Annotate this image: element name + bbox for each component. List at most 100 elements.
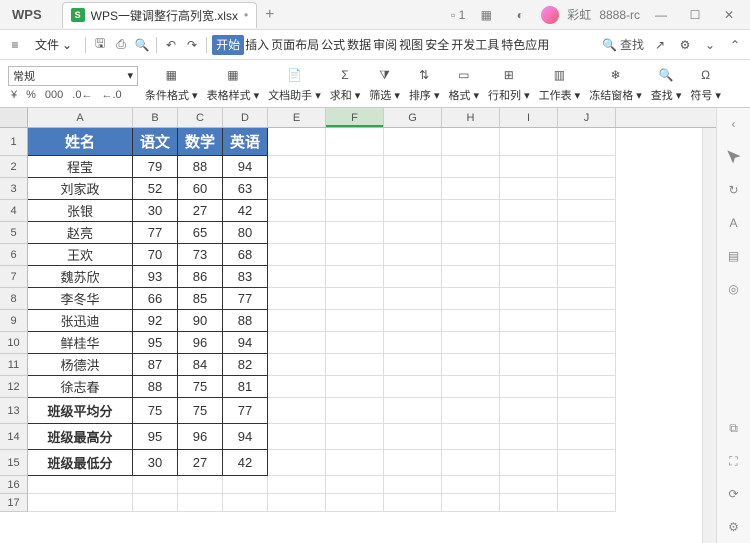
cell-E2[interactable] (268, 156, 326, 178)
cell-J12[interactable] (558, 376, 616, 398)
ribbon-条件格式[interactable]: ▦条件格式 ▾ (142, 64, 201, 103)
cell-J17[interactable] (558, 494, 616, 512)
row-header[interactable]: 10 (0, 332, 28, 354)
ribbon-符号[interactable]: Ω符号 ▾ (687, 64, 724, 103)
cell-D4[interactable]: 42 (223, 200, 268, 222)
menu-tab-数据[interactable]: 数据 (346, 35, 372, 55)
ribbon-排序[interactable]: ⇅排序 ▾ (406, 64, 443, 103)
col-header-C[interactable]: C (178, 108, 223, 127)
col-header-I[interactable]: I (500, 108, 558, 127)
vertical-scrollbar[interactable] (702, 128, 716, 543)
ribbon-冻结窗格[interactable]: ❄冻结窗格 ▾ (586, 64, 645, 103)
ribbon-文档助手[interactable]: 📄文档助手 ▾ (265, 64, 324, 103)
cell-D11[interactable]: 82 (223, 354, 268, 376)
cell-C13[interactable]: 75 (178, 398, 223, 424)
cell-F11[interactable] (326, 354, 384, 376)
cell-D12[interactable]: 81 (223, 376, 268, 398)
close-button[interactable]: ✕ (716, 5, 742, 25)
cell-C9[interactable]: 90 (178, 310, 223, 332)
menu-tab-特色应用[interactable]: 特色应用 (500, 35, 550, 55)
cell-E16[interactable] (268, 476, 326, 494)
cell-A16[interactable] (28, 476, 133, 494)
camera-icon[interactable]: ◎ (724, 279, 744, 299)
side-collapse-icon[interactable]: ‹ (724, 114, 744, 134)
cell-A6[interactable]: 王欢 (28, 244, 133, 266)
col-header-J[interactable]: J (558, 108, 616, 127)
cell-H1[interactable] (442, 128, 500, 156)
cell-D16[interactable] (223, 476, 268, 494)
cell-J8[interactable] (558, 288, 616, 310)
cell-I3[interactable] (500, 178, 558, 200)
cell-F10[interactable] (326, 332, 384, 354)
row-header[interactable]: 4 (0, 200, 28, 222)
cell-J7[interactable] (558, 266, 616, 288)
menu-tab-审阅[interactable]: 审阅 (372, 35, 398, 55)
chevron-down-icon[interactable]: ⌄ (701, 36, 719, 54)
menu-tab-视图[interactable]: 视图 (398, 35, 424, 55)
print-icon[interactable]: ⎙ (112, 36, 130, 54)
cell-D7[interactable]: 83 (223, 266, 268, 288)
cell-E13[interactable] (268, 398, 326, 424)
cell-J13[interactable] (558, 398, 616, 424)
save-icon[interactable]: 🖫 (91, 36, 109, 54)
row-header[interactable]: 6 (0, 244, 28, 266)
cell-J14[interactable] (558, 424, 616, 450)
row-header[interactable]: 11 (0, 354, 28, 376)
cell-G14[interactable] (384, 424, 442, 450)
cell-I12[interactable] (500, 376, 558, 398)
cell-B2[interactable]: 79 (133, 156, 178, 178)
menu-tab-开发工具[interactable]: 开发工具 (450, 35, 500, 55)
ribbon-筛选[interactable]: ⧩筛选 ▾ (366, 64, 403, 103)
cell-I16[interactable] (500, 476, 558, 494)
cell-D9[interactable]: 88 (223, 310, 268, 332)
cell-A13[interactable]: 班级平均分 (28, 398, 133, 424)
cell-H5[interactable] (442, 222, 500, 244)
cell-C3[interactable]: 60 (178, 178, 223, 200)
cell-D5[interactable]: 80 (223, 222, 268, 244)
cell-B3[interactable]: 52 (133, 178, 178, 200)
row-header[interactable]: 9 (0, 310, 28, 332)
theme-icon[interactable]: ◐ (507, 5, 533, 25)
cell-G12[interactable] (384, 376, 442, 398)
percent-button[interactable]: % (23, 88, 39, 102)
cell-C4[interactable]: 27 (178, 200, 223, 222)
cell-J2[interactable] (558, 156, 616, 178)
cell-B17[interactable] (133, 494, 178, 512)
cell-E5[interactable] (268, 222, 326, 244)
cell-I6[interactable] (500, 244, 558, 266)
layout-icon[interactable]: ▤ (724, 246, 744, 266)
ribbon-表格样式[interactable]: ▦表格样式 ▾ (204, 64, 263, 103)
cell-C6[interactable]: 73 (178, 244, 223, 266)
cell-H14[interactable] (442, 424, 500, 450)
cell-D14[interactable]: 94 (223, 424, 268, 450)
cell-D1[interactable]: 英语 (223, 128, 268, 156)
cell-I2[interactable] (500, 156, 558, 178)
menu-tab-开始[interactable]: 开始 (212, 35, 244, 55)
row-header[interactable]: 17 (0, 494, 28, 512)
number-format-select[interactable]: 常规▾ (8, 66, 138, 86)
cell-J9[interactable] (558, 310, 616, 332)
cell-I15[interactable] (500, 450, 558, 476)
cell-J5[interactable] (558, 222, 616, 244)
collapse-ribbon-icon[interactable]: ⌃ (726, 36, 744, 54)
col-header-E[interactable]: E (268, 108, 326, 127)
cell-G17[interactable] (384, 494, 442, 512)
menu-tab-公式[interactable]: 公式 (320, 35, 346, 55)
cell-G7[interactable] (384, 266, 442, 288)
col-header-F[interactable]: F (326, 108, 384, 127)
ribbon-行和列[interactable]: ⊞行和列 ▾ (485, 64, 533, 103)
cell-C12[interactable]: 75 (178, 376, 223, 398)
cell-F17[interactable] (326, 494, 384, 512)
cell-G13[interactable] (384, 398, 442, 424)
cell-J1[interactable] (558, 128, 616, 156)
cell-D15[interactable]: 42 (223, 450, 268, 476)
share-icon[interactable]: ↗ (651, 36, 669, 54)
row-header[interactable]: 3 (0, 178, 28, 200)
cell-F6[interactable] (326, 244, 384, 266)
avatar[interactable] (541, 6, 559, 24)
cell-A12[interactable]: 徐志春 (28, 376, 133, 398)
row-header[interactable]: 15 (0, 450, 28, 476)
cell-F8[interactable] (326, 288, 384, 310)
cell-D17[interactable] (223, 494, 268, 512)
cell-E1[interactable] (268, 128, 326, 156)
